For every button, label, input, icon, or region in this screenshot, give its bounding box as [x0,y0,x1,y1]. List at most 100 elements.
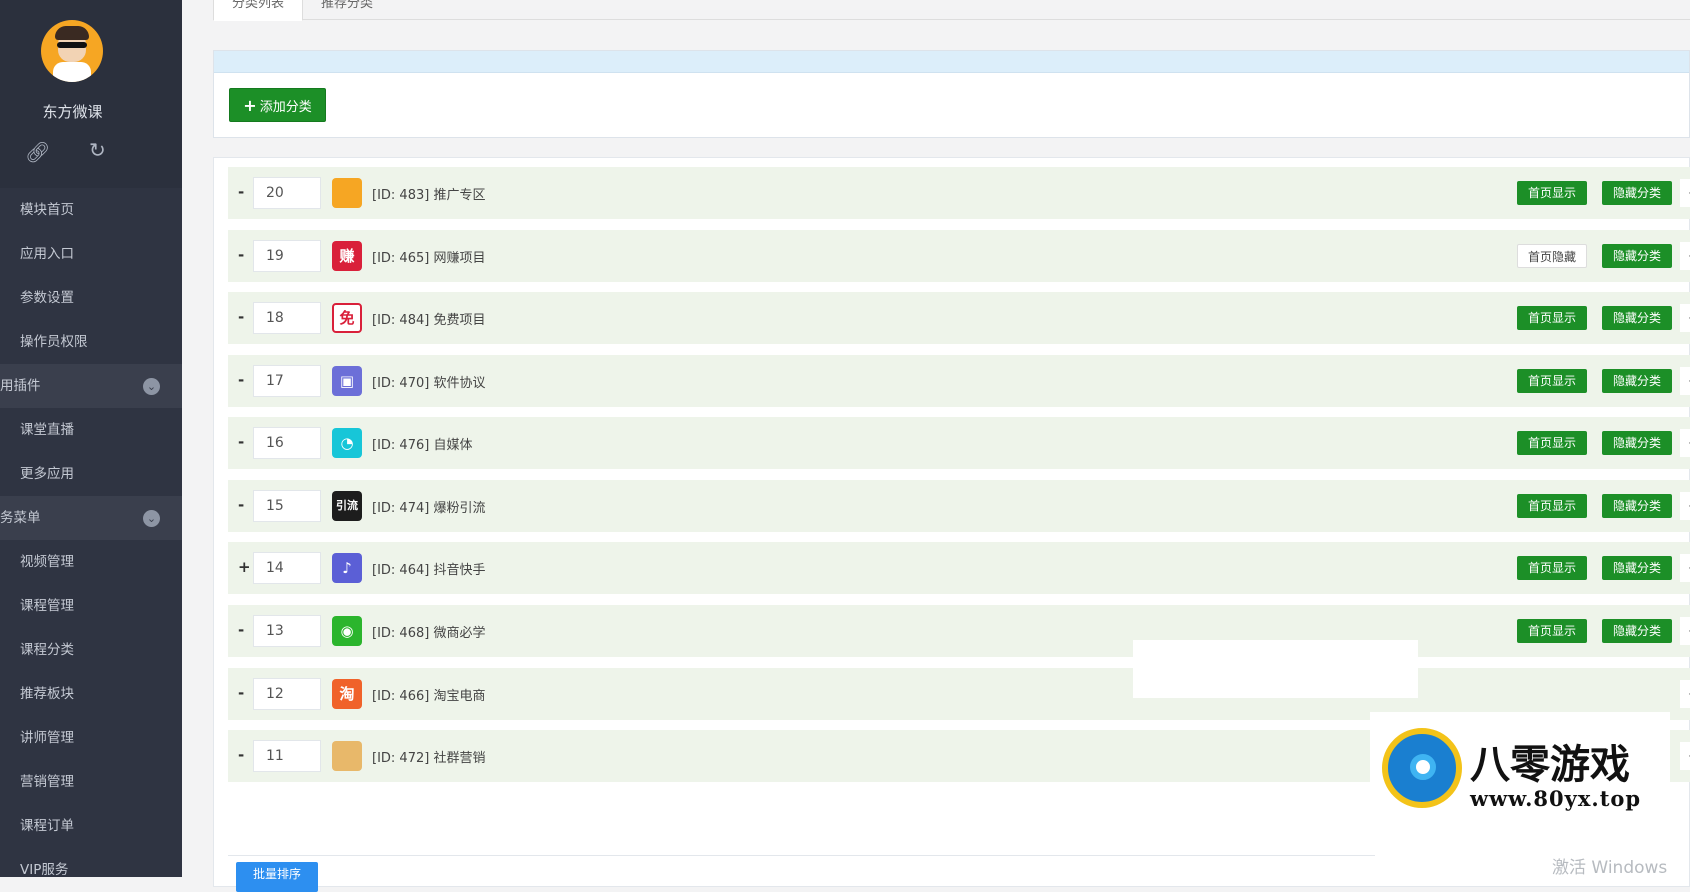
collapse-button[interactable]: - [238,496,250,514]
media-icon: ◔ [332,428,362,458]
add-subcategory-button[interactable]: + [1680,492,1690,520]
sidebar-group[interactable]: 务菜单 ⌄ [0,496,182,540]
tiktok-icon: ♪ [332,553,362,583]
tab-bar: 分类列表 推荐分类 [213,0,1690,22]
sidebar-item[interactable]: 讲师管理 [0,716,182,760]
sidebar-group[interactable]: 用插件 ⌄ [0,364,182,408]
sidebar-item[interactable]: 课程分类 [0,628,182,672]
sidebar-item[interactable]: 课程订单 [0,804,182,848]
homepage-toggle-button[interactable]: 首页隐藏 [1517,244,1587,268]
sidebar-nav: 模块首页 应用入口 参数设置 操作员权限 用插件 ⌄ 课堂直播 更多应用 务菜单 ⌄ 视频管理 课程管… [0,188,182,892]
collapse-button[interactable]: - [238,746,250,764]
display-order-input[interactable]: 15 [253,490,321,522]
earn-icon: 赚 [332,241,362,271]
collapse-button[interactable]: - [238,308,250,326]
hide-category-button[interactable]: 隐藏分类 [1602,369,1672,393]
hide-category-button[interactable]: 隐藏分类 [1602,244,1672,268]
watermark-url: www.80yx.top [1470,786,1642,811]
homepage-toggle-button[interactable]: 首页显示 [1517,369,1587,393]
homepage-toggle-button[interactable]: 首页显示 [1517,181,1587,205]
category-title: [ID: 483] 推广专区 [372,188,486,203]
free-icon: 免 [332,303,362,333]
profile-name: 东方微课 [42,103,103,121]
expand-button[interactable]: + [238,558,251,576]
category-title: [ID: 474] 爆粉引流 [372,501,486,516]
collapse-button[interactable]: - [238,433,250,451]
chevron-down-icon[interactable]: ⌄ [143,510,160,527]
avatar[interactable] [41,20,103,82]
sidebar-item[interactable]: 视频管理 [0,540,182,584]
collapse-button[interactable]: - [238,246,250,264]
sidebar-item[interactable]: 应用入口 [0,232,182,276]
homepage-toggle-button[interactable]: 首页显示 [1517,306,1587,330]
avatar-icon [332,178,362,208]
tab-recommended-category[interactable]: 推荐分类 [303,0,391,22]
display-order-input[interactable]: 20 [253,177,321,209]
display-order-input[interactable]: 11 [253,740,321,772]
sidebar-item[interactable]: 参数设置 [0,276,182,320]
activate-windows-text: 激活 Windows [1552,858,1668,878]
sidebar-item[interactable]: 模块首页 [0,188,182,232]
display-order-input[interactable]: 12 [253,678,321,710]
divider [228,855,1375,856]
category-title: [ID: 464] 抖音快手 [372,563,486,578]
add-subcategory-button[interactable]: + [1680,242,1690,270]
sidebar-item[interactable]: 营销管理 [0,760,182,804]
display-order-input[interactable]: 18 [253,302,321,334]
hide-category-button[interactable]: 隐藏分类 [1602,306,1672,330]
refresh-icon[interactable]: ↻ [89,138,106,162]
profile-panel: 东方微课 🔗︎ ↻ [0,0,182,188]
hide-category-button[interactable]: 隐藏分类 [1602,431,1672,455]
add-subcategory-button[interactable]: + [1680,742,1690,770]
add-subcategory-button[interactable]: + [1680,680,1690,708]
category-title: [ID: 476] 自媒体 [372,438,473,453]
add-category-button[interactable]: + 添加分类 [229,88,326,122]
display-order-input[interactable]: 16 [253,427,321,459]
sidebar-item[interactable]: 操作员权限 [0,320,182,364]
hide-category-button[interactable]: 隐藏分类 [1602,494,1672,518]
collapse-button[interactable]: - [238,183,250,201]
add-subcategory-button[interactable]: + [1680,429,1690,457]
homepage-toggle-button[interactable]: 首页显示 [1517,431,1587,455]
display-order-input[interactable]: 13 [253,615,321,647]
add-subcategory-button[interactable]: + [1680,554,1690,582]
watermark-title: 八零游戏 [1470,741,1630,788]
category-title: [ID: 470] 软件协议 [372,376,486,391]
wechat-icon: ◉ [332,616,362,646]
sidebar-item[interactable]: 推荐板块 [0,672,182,716]
sidebar-item[interactable]: 课程管理 [0,584,182,628]
batch-sort-button[interactable]: 批量排序 [236,862,318,892]
collapse-button[interactable]: - [238,621,250,639]
homepage-toggle-button[interactable]: 首页显示 [1517,494,1587,518]
link-icon[interactable]: 🔗︎ [25,140,50,164]
panel-header [214,51,1689,73]
category-row: -20 [ID: 483] 推广专区 首页显示隐藏分类 + [228,167,1690,219]
watermark-logo [1382,728,1462,808]
category-title: [ID: 465] 网赚项目 [372,251,486,266]
collapse-button[interactable]: - [238,684,250,702]
hide-category-button[interactable]: 隐藏分类 [1602,556,1672,580]
collapse-button[interactable]: - [238,371,250,389]
add-subcategory-button[interactable]: + [1680,179,1690,207]
tab-category-list[interactable]: 分类列表 [213,0,304,21]
display-order-input[interactable]: 19 [253,240,321,272]
display-order-input[interactable]: 17 [253,365,321,397]
sidebar-item[interactable]: 课堂直播 [0,408,182,452]
display-order-input[interactable]: 14 [253,552,321,584]
chevron-down-icon[interactable]: ⌄ [143,378,160,395]
community-icon [332,741,362,771]
sidebar-item[interactable]: 更多应用 [0,452,182,496]
add-subcategory-button[interactable]: + [1680,617,1690,645]
watermark-backdrop [1133,640,1418,698]
homepage-toggle-button[interactable]: 首页显示 [1517,619,1587,643]
add-subcategory-button[interactable]: + [1680,304,1690,332]
hide-category-button[interactable]: 隐藏分类 [1602,619,1672,643]
sidebar-item[interactable]: VIP服务 [0,848,182,892]
briefcase-icon: ▣ [332,366,362,396]
hide-category-button[interactable]: 隐藏分类 [1602,181,1672,205]
category-title: [ID: 484] 免费项目 [372,313,486,328]
sidebar: 东方微课 🔗︎ ↻ 模块首页 应用入口 参数设置 操作员权限 用插件 ⌄ 课堂直播 更多应用务… [0,0,182,878]
add-subcategory-button[interactable]: + [1680,367,1690,395]
category-title: [ID: 472] 社群营销 [372,751,486,766]
homepage-toggle-button[interactable]: 首页显示 [1517,556,1587,580]
